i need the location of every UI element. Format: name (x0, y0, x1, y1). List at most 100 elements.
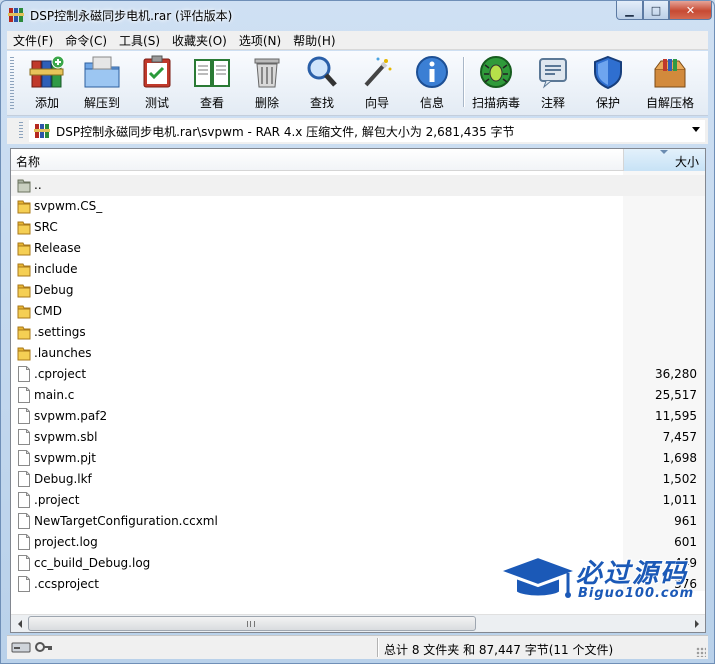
info-label: 信息 (419, 96, 444, 110)
watermark-subtitle: Biguo100.com (578, 586, 695, 601)
folder-icon (17, 345, 31, 361)
column-name-header[interactable]: 名称 (16, 153, 40, 170)
chevron-down-icon[interactable] (692, 127, 700, 132)
file-name: .settings (34, 325, 86, 339)
protect-label: 保护 (595, 96, 620, 110)
minimize-button[interactable]: ▁ (616, 1, 643, 20)
folder-row[interactable]: .launches (11, 343, 705, 364)
menu-file[interactable]: 文件(F) (7, 32, 59, 49)
folder-row[interactable]: svpwm.CS_ (11, 196, 705, 217)
chevron-left-icon (17, 619, 22, 628)
menu-favorites[interactable]: 收藏夹(O) (166, 32, 233, 49)
drive-icon[interactable] (11, 640, 31, 654)
rar-archive-icon (34, 124, 50, 138)
file-name: CMD (34, 304, 62, 318)
watermark: 必过源码 Biguo100.com (497, 551, 703, 606)
folder-row[interactable]: SRC (11, 217, 705, 238)
address-grip[interactable] (19, 122, 23, 140)
virus-bug-icon (477, 54, 515, 90)
file-row[interactable]: svpwm.paf2 11,595 (11, 406, 705, 427)
graduation-cap-logo (497, 555, 579, 598)
add-label: 添加 (34, 96, 59, 110)
file-icon (17, 408, 31, 424)
file-row[interactable]: Debug.lkf 1,502 (11, 469, 705, 490)
parent-folder-row[interactable]: .. (11, 175, 705, 196)
file-name: .ccsproject (34, 577, 99, 591)
file-row[interactable]: svpwm.sbl 7,457 (11, 427, 705, 448)
wizard-label: 向导 (364, 96, 389, 110)
close-button[interactable]: ✕ (669, 1, 712, 20)
find-button[interactable]: 查找 (295, 54, 349, 112)
file-icon (17, 471, 31, 487)
view-button[interactable]: 查看 (185, 54, 239, 112)
file-row[interactable]: NewTargetConfiguration.ccxml 961 (11, 511, 705, 532)
sfx-box-icon (651, 54, 689, 90)
folder-icon (17, 240, 31, 256)
file-row[interactable]: project.log 601 (11, 532, 705, 553)
info-button[interactable]: 信息 (405, 54, 459, 112)
minimize-icon: ▁ (625, 3, 634, 17)
folder-icon (17, 219, 31, 235)
extract-to-button[interactable]: 解压到 (75, 54, 129, 112)
close-icon: ✕ (685, 3, 696, 17)
folder-icon (17, 261, 31, 277)
scroll-thumb[interactable] (28, 616, 476, 631)
comment-button[interactable]: 注释 (526, 54, 580, 112)
file-name: .cproject (34, 367, 87, 381)
folder-row[interactable]: .settings (11, 322, 705, 343)
toolbar-separator (463, 57, 465, 107)
protect-button[interactable]: 保护 (581, 54, 635, 112)
file-size: 601 (674, 535, 697, 549)
key-icon[interactable] (35, 640, 53, 654)
extract-to-label: 解压到 (83, 96, 120, 110)
file-name: .launches (34, 346, 92, 360)
file-row[interactable]: main.c 25,517 (11, 385, 705, 406)
file-name: svpwm.pjt (34, 451, 96, 465)
winrar-app-icon (8, 8, 24, 22)
toolbar-grip[interactable] (10, 57, 14, 109)
file-name: include (34, 262, 78, 276)
file-size: 1,502 (662, 472, 697, 486)
magic-wand-icon (358, 54, 396, 90)
file-row[interactable]: .project 1,011 (11, 490, 705, 511)
delete-button[interactable]: 删除 (240, 54, 294, 112)
menu-options[interactable]: 选项(N) (233, 32, 287, 49)
scroll-right-arrow[interactable] (688, 615, 705, 632)
archive-path-dropdown[interactable]: DSP控制永磁同步电机.rar\svpwm - RAR 4.x 压缩文件, 解包… (29, 120, 705, 142)
column-size-label: 大小 (674, 155, 699, 169)
menu-help[interactable]: 帮助(H) (287, 32, 341, 49)
column-size-header[interactable]: 大小 (623, 149, 705, 171)
folder-icon (17, 303, 31, 319)
file-name: svpwm.sbl (34, 430, 98, 444)
folder-row[interactable]: include (11, 259, 705, 280)
sfx-button[interactable]: 自解压格 (639, 54, 701, 112)
folder-row[interactable]: Debug (11, 280, 705, 301)
title-bar[interactable]: DSP控制永磁同步电机.rar (评估版本) ▁ □ ✕ (1, 1, 714, 31)
window-title: DSP控制永磁同步电机.rar (评估版本) (30, 9, 233, 23)
folder-row[interactable]: CMD (11, 301, 705, 322)
wizard-button[interactable]: 向导 (350, 54, 404, 112)
file-size: 36,280 (655, 367, 697, 381)
horizontal-scrollbar[interactable] (11, 614, 705, 632)
file-icon (17, 576, 31, 592)
folder-icon (17, 324, 31, 340)
menu-commands[interactable]: 命令(C) (59, 32, 113, 49)
add-button[interactable]: 添加 (20, 54, 74, 112)
resize-grip[interactable] (696, 647, 706, 657)
file-size: 1,011 (662, 493, 697, 507)
scroll-left-arrow[interactable] (11, 615, 28, 632)
test-button[interactable]: 测试 (130, 54, 184, 112)
file-name: main.c (34, 388, 75, 402)
menu-bar: 文件(F) 命令(C) 工具(S) 收藏夹(O) 选项(N) 帮助(H) (7, 31, 708, 50)
virus-scan-button[interactable]: 扫描病毒 (469, 54, 523, 112)
menu-tools[interactable]: 工具(S) (113, 32, 166, 49)
shield-icon (589, 54, 627, 90)
maximize-button[interactable]: □ (643, 1, 669, 20)
file-row[interactable]: svpwm.pjt 1,698 (11, 448, 705, 469)
file-row[interactable]: .cproject 36,280 (11, 364, 705, 385)
comment-note-icon (534, 54, 572, 90)
file-name: svpwm.CS_ (34, 199, 103, 213)
comment-label: 注释 (540, 96, 565, 110)
folder-row[interactable]: Release (11, 238, 705, 259)
file-size: 1,698 (662, 451, 697, 465)
